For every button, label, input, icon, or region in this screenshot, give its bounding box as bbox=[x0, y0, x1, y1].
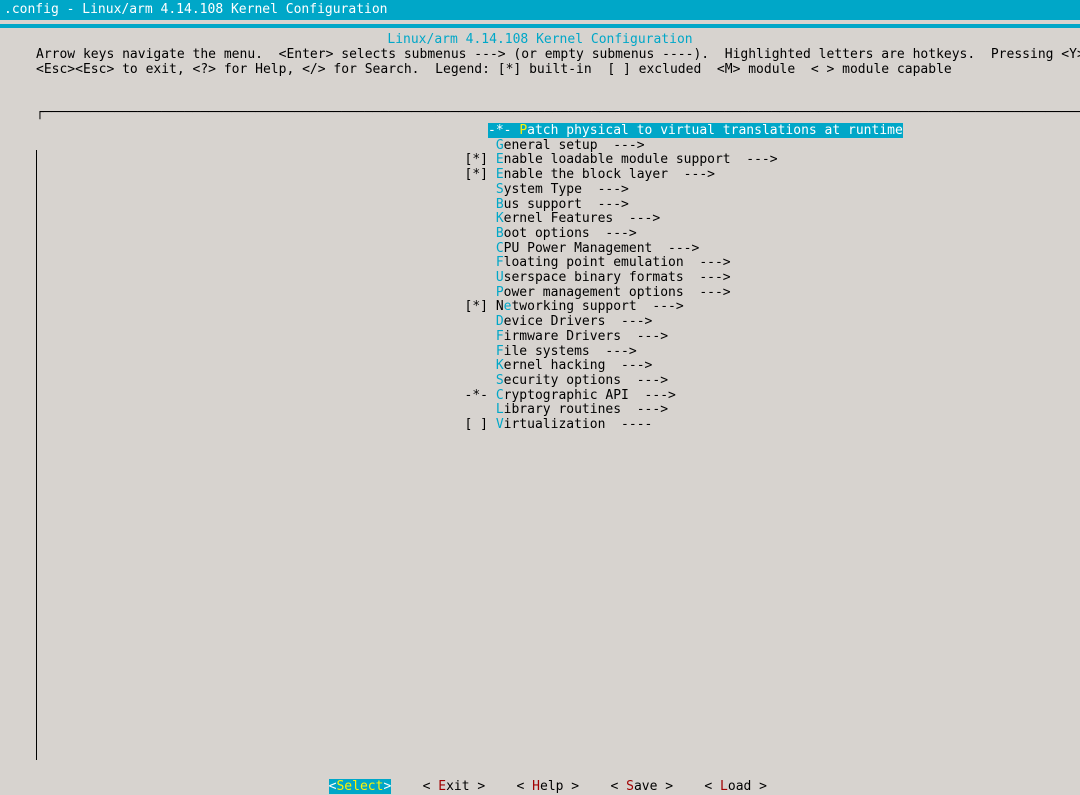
menu-item[interactable]: File systems ---> bbox=[488, 345, 1080, 360]
menu-item[interactable]: Security options ---> bbox=[488, 374, 1080, 389]
frame-title: Linux/arm 4.14.108 Kernel Configuration bbox=[0, 32, 1080, 47]
help-line-2: <Esc><Esc> to exit, <?> for Help, </> fo… bbox=[36, 62, 1080, 77]
menu-item[interactable]: Kernel hacking ---> bbox=[488, 359, 1080, 374]
menu-item[interactable]: General setup ---> bbox=[488, 139, 1080, 154]
menu-item[interactable]: [*] Enable the block layer ---> bbox=[488, 168, 1080, 183]
menu-item[interactable]: Boot options ---> bbox=[488, 227, 1080, 242]
help-text: Arrow keys navigate the menu. <Enter> se… bbox=[0, 47, 1080, 77]
menu-item[interactable]: [ ] Virtualization ---- bbox=[488, 418, 1080, 433]
button-bar: <Select> < Exit > < Help > < Save > < Lo… bbox=[0, 763, 1080, 779]
frame-left-border bbox=[36, 150, 37, 760]
select-button[interactable]: <Select> bbox=[329, 779, 392, 794]
menu-item[interactable]: Library routines ---> bbox=[488, 403, 1080, 418]
menu-item-label: -*- Patch physical to virtual translatio… bbox=[488, 123, 903, 138]
save-button[interactable]: < Save > bbox=[610, 779, 673, 794]
menu-item-prefix: -*- bbox=[456, 389, 488, 404]
menu-item[interactable]: Device Drivers ---> bbox=[488, 315, 1080, 330]
menu-item[interactable]: Power management options ---> bbox=[488, 286, 1080, 301]
menuconfig-screen: Linux/arm 4.14.108 Kernel Configuration … bbox=[0, 28, 1080, 433]
menu-item[interactable]: Bus support ---> bbox=[488, 198, 1080, 213]
menu-item-prefix: [ ] bbox=[456, 418, 488, 433]
menu-item[interactable]: [*] Enable loadable module support ---> bbox=[488, 153, 1080, 168]
menu-item[interactable]: System Type ---> bbox=[488, 183, 1080, 198]
menu-item[interactable]: -*- Patch physical to virtual translatio… bbox=[488, 124, 1080, 139]
menu-item[interactable]: Floating point emulation ---> bbox=[488, 256, 1080, 271]
menu-item[interactable]: [*] Networking support ---> bbox=[488, 300, 1080, 315]
menu-item[interactable]: Kernel Features ---> bbox=[488, 212, 1080, 227]
menu-item[interactable]: -*- Cryptographic API ---> bbox=[488, 389, 1080, 404]
exit-button[interactable]: < Exit > bbox=[423, 779, 486, 794]
help-line-1: Arrow keys navigate the menu. <Enter> se… bbox=[36, 47, 1080, 62]
frame-top-border: ┌───────────────────────────────────────… bbox=[0, 105, 1080, 120]
menu-item-prefix: [*] bbox=[456, 300, 488, 315]
window-titlebar: .config - Linux/arm 4.14.108 Kernel Conf… bbox=[0, 0, 1080, 20]
menu-item[interactable]: Userspace binary formats ---> bbox=[488, 271, 1080, 286]
menu-item[interactable]: CPU Power Management ---> bbox=[488, 242, 1080, 257]
menu-item-prefix: [*] bbox=[456, 168, 488, 183]
load-button[interactable]: < Load > bbox=[704, 779, 767, 794]
help-button[interactable]: < Help > bbox=[517, 779, 580, 794]
menu-item-prefix: [*] bbox=[456, 153, 488, 168]
window-title: .config - Linux/arm 4.14.108 Kernel Conf… bbox=[4, 2, 388, 17]
menu-list[interactable]: -*- Patch physical to virtual translatio… bbox=[0, 120, 1080, 433]
menu-item[interactable]: Firmware Drivers ---> bbox=[488, 330, 1080, 345]
